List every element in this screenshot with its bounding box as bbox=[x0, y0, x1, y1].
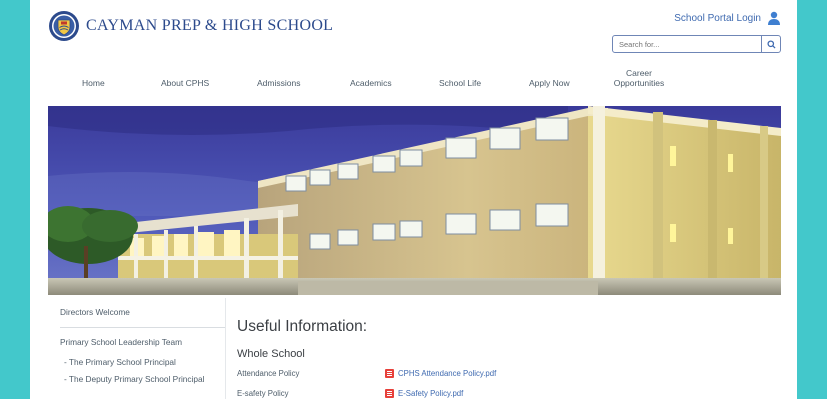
pdf-link[interactable]: CPHS Attendance Policy.pdf bbox=[385, 369, 496, 378]
sidebar-item-primary-principal[interactable]: - The Primary School Principal bbox=[60, 357, 225, 368]
portal-login-label: School Portal Login bbox=[674, 12, 761, 24]
nav-school-life[interactable]: School Life bbox=[439, 78, 481, 88]
pdf-icon bbox=[385, 369, 394, 378]
sidebar-item-directors-welcome[interactable]: Directors Welcome bbox=[60, 307, 225, 328]
nav-career-opportunities[interactable]: Career Opportunities bbox=[608, 68, 670, 88]
nav-about-cphs[interactable]: About CPHS bbox=[161, 78, 209, 88]
pdf-link[interactable]: E-Safety Policy.pdf bbox=[385, 389, 463, 398]
page-title: Useful Information: bbox=[237, 318, 368, 335]
pdf-filename: E-Safety Policy.pdf bbox=[398, 389, 464, 398]
row-label: E-safety Policy bbox=[237, 389, 289, 398]
school-name: CAYMAN PREP & HIGH SCHOOL bbox=[86, 17, 334, 34]
hero-image bbox=[48, 106, 781, 295]
nav-home[interactable]: Home bbox=[82, 78, 105, 88]
search-box bbox=[612, 35, 781, 53]
main-content: Useful Information: Whole School Attenda… bbox=[237, 318, 777, 398]
portal-login-link[interactable]: School Portal Login bbox=[674, 11, 781, 25]
pdf-icon bbox=[385, 389, 394, 398]
nav-apply-now[interactable]: Apply Now bbox=[529, 78, 570, 88]
search-input[interactable] bbox=[613, 36, 761, 52]
nav-admissions[interactable]: Admissions bbox=[257, 78, 300, 88]
row-label: Attendance Policy bbox=[237, 369, 300, 378]
sidebar-divider bbox=[225, 298, 226, 399]
nav-academics[interactable]: Academics bbox=[350, 78, 392, 88]
sidebar: Directors Welcome Primary School Leaders… bbox=[60, 307, 225, 391]
search-button[interactable] bbox=[761, 36, 780, 52]
user-icon bbox=[767, 11, 781, 25]
main-nav: Home About CPHS Admissions Academics Sch… bbox=[30, 68, 797, 98]
search-icon bbox=[766, 39, 776, 49]
pdf-filename: CPHS Attendance Policy.pdf bbox=[398, 369, 497, 378]
sidebar-item-deputy-principal[interactable]: - The Deputy Primary School Principal bbox=[60, 374, 225, 385]
sidebar-item-leadership-team[interactable]: Primary School Leadership Team bbox=[60, 337, 225, 348]
page: CAYMAN PREP & HIGH SCHOOL School Portal … bbox=[30, 0, 797, 399]
school-logo[interactable]: CAYMAN PREP & HIGH SCHOOL bbox=[48, 10, 333, 42]
school-crest-icon bbox=[49, 11, 79, 41]
section-heading: Whole School bbox=[237, 348, 305, 360]
